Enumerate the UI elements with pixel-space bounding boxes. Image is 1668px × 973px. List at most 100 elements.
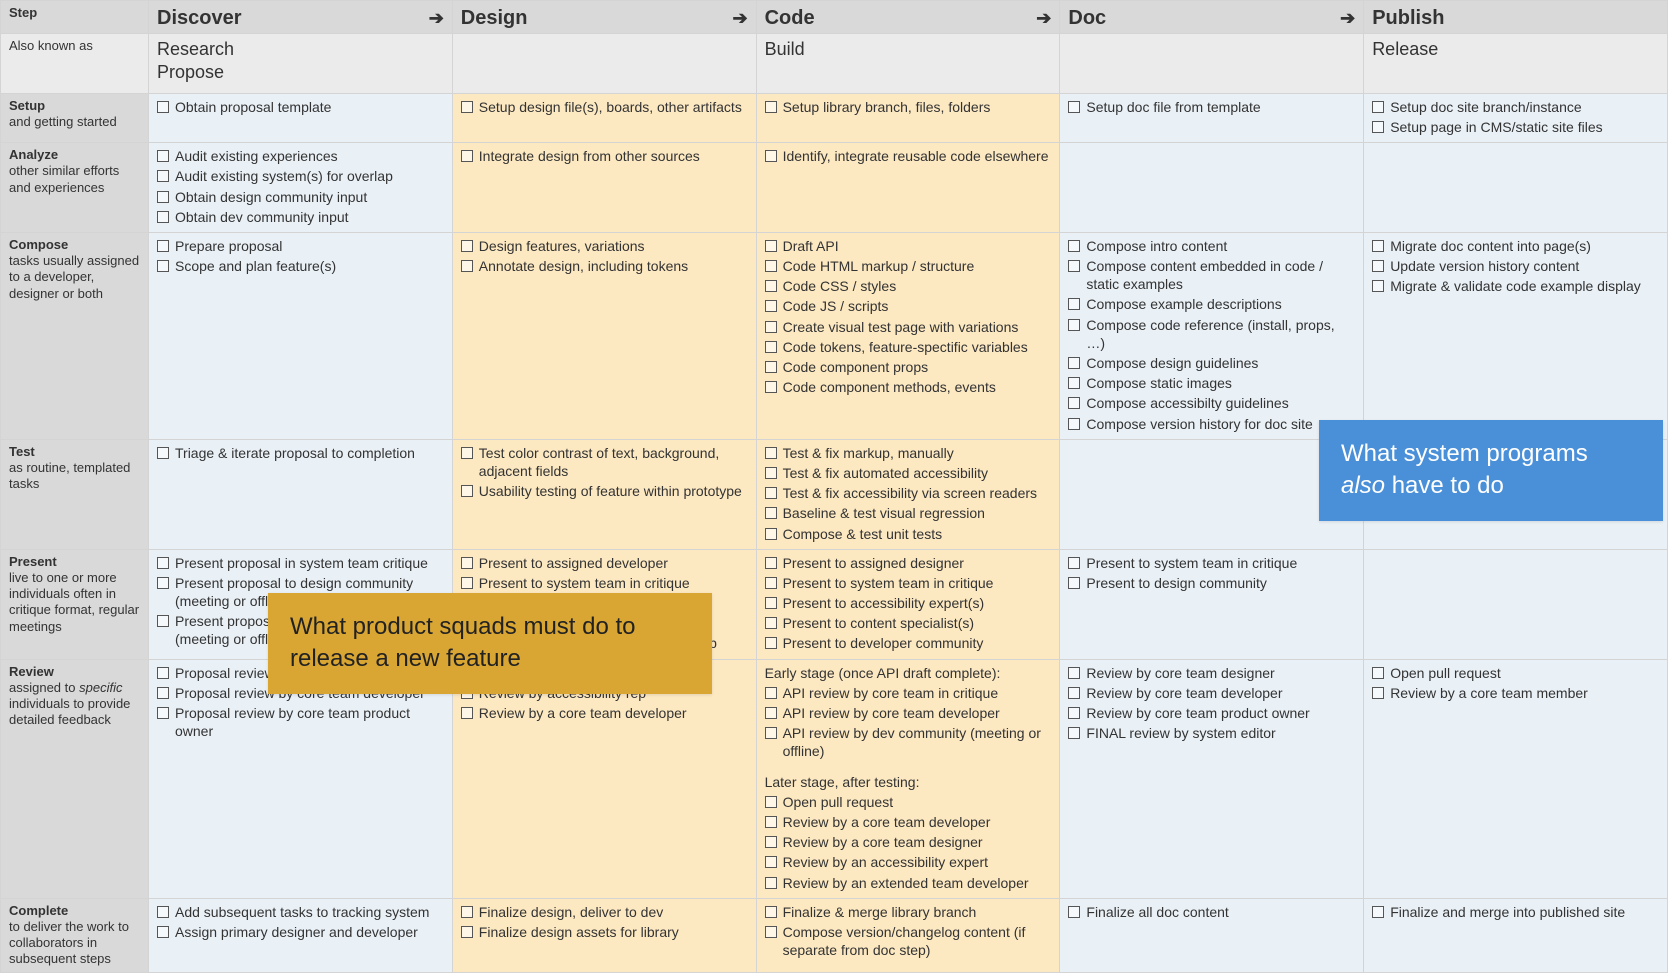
checklist-item: Prepare proposal: [157, 237, 444, 255]
checklist-item: Finalize and merge into published site: [1372, 903, 1659, 921]
checklist-item: Code JS / scripts: [765, 297, 1052, 315]
header-col-doc: Doc➔: [1060, 1, 1364, 34]
checklist-item: Triage & iterate proposal to completion: [157, 444, 444, 462]
header-col-code: Code➔: [756, 1, 1060, 34]
checklist-item: Test & fix markup, manually: [765, 444, 1052, 462]
checklist-item: Usability testing of feature within prot…: [461, 482, 748, 500]
cell-setup-code: Setup library branch, files, folders: [756, 93, 1060, 142]
cell-compose-doc: Compose intro content Compose content emb…: [1060, 232, 1364, 439]
header-step: Step: [1, 1, 149, 34]
callout-system-programs: What system programs also have to do: [1319, 420, 1663, 521]
checklist-item: Present to assigned designer: [765, 554, 1052, 572]
checklist-item: Present to accessibility expert(s): [765, 594, 1052, 612]
cell-complete-design: Finalize design, deliver to dev Finalize …: [452, 898, 756, 972]
checklist-item: Obtain design community input: [157, 188, 444, 206]
checklist-item: Obtain dev community input: [157, 208, 444, 226]
checklist-item: Compose example descriptions: [1068, 295, 1355, 313]
rowlabel-complete: Completeto deliver the work to collabora…: [1, 898, 149, 972]
cell-present-doc: Present to system team in critiquePresen…: [1060, 549, 1364, 659]
checklist-item: Obtain proposal template: [157, 98, 444, 116]
aka-discover: ResearchPropose: [149, 34, 453, 94]
checklist-item: Finalize design, deliver to dev: [461, 903, 748, 921]
rowlabel-setup: Setupand getting started: [1, 93, 149, 142]
checklist-item: Open pull request: [1372, 664, 1659, 682]
checklist-item: Setup page in CMS/static site files: [1372, 118, 1659, 136]
cell-complete-publish: Finalize and merge into published site: [1364, 898, 1668, 972]
rowlabel-present: Presentlive to one or more individuals o…: [1, 549, 149, 659]
checklist-item: API review by core team developer: [765, 704, 1052, 722]
checklist-item: Present proposal in system team critique: [157, 554, 444, 572]
checklist-item: Review by core team developer: [1068, 684, 1355, 702]
rowlabel-analyze: Analyzeother similar efforts and experie…: [1, 143, 149, 233]
cell-complete-doc: Finalize all doc content: [1060, 898, 1364, 972]
cell-setup-publish: Setup doc site branch/instanceSetup page…: [1364, 93, 1668, 142]
checklist-item: Review by a core team designer: [765, 833, 1052, 851]
checklist-item: Create visual test page with variations: [765, 318, 1052, 336]
cell-setup-design: Setup design file(s), boards, other arti…: [452, 93, 756, 142]
cell-analyze-discover: Audit existing experiencesAudit existing…: [149, 143, 453, 233]
callout-blue-em: also: [1341, 472, 1385, 499]
checklist-item: Test & fix accessibility via screen read…: [765, 484, 1052, 502]
cell-setup-discover: Obtain proposal template: [149, 93, 453, 142]
checklist-item: Draft API: [765, 237, 1052, 255]
arrow-right-icon: ➔: [1036, 7, 1051, 30]
checklist-item: Review by a core team developer: [461, 704, 748, 722]
checklist-item: Proposal review by core team product own…: [157, 704, 444, 740]
checklist-item: Compose code reference (install, props, …: [1068, 316, 1355, 352]
checklist-item: Finalize all doc content: [1068, 903, 1355, 921]
cell-review-code: Early stage (once API draft complete):AP…: [756, 659, 1060, 898]
checklist-item: Compose static images: [1068, 374, 1355, 392]
checklist-item: Setup doc file from template: [1068, 98, 1355, 116]
cell-analyze-publish: [1364, 143, 1668, 233]
cell-present-publish: [1364, 549, 1668, 659]
checklist-item: Design features, variations: [461, 237, 748, 255]
checklist-item: Compose content embedded in code / stati…: [1068, 257, 1355, 293]
checklist-item: Present to developer community: [765, 634, 1052, 652]
checklist-item: Code component props: [765, 358, 1052, 376]
checklist-item: API review by dev community (meeting or …: [765, 724, 1052, 760]
callout-blue-line1: What system programs: [1341, 440, 1588, 467]
header-col-publish: Publish: [1364, 1, 1668, 34]
cell-analyze-design: Integrate design from other sources: [452, 143, 756, 233]
cell-complete-discover: Add subsequent tasks to tracking system A…: [149, 898, 453, 972]
checklist-item: Integrate design from other sources: [461, 147, 748, 165]
checklist-item: Test color contrast of text, background,…: [461, 444, 748, 480]
checklist-item: Review by a core team member: [1372, 684, 1659, 702]
cell-compose-code: Draft APICode HTML markup / structureCod…: [756, 232, 1060, 439]
checklist-item: Add subsequent tasks to tracking system: [157, 903, 444, 921]
checklist-item: Review by an accessibility expert: [765, 853, 1052, 871]
cell-review-design: Review by a core team designerReview by …: [452, 659, 756, 898]
checklist-item: Open pull request: [765, 793, 1052, 811]
aka-code: Build: [756, 34, 1060, 94]
callout-blue-line2: have to do: [1385, 472, 1504, 499]
cell-review-publish: Open pull request Review by a core team m…: [1364, 659, 1668, 898]
checklist-item: Compose intro content: [1068, 237, 1355, 255]
checklist-item: API review by core team in critique: [765, 684, 1052, 702]
checklist-item: Update version history content: [1372, 257, 1659, 275]
checklist-item: Migrate & validate code example display: [1372, 277, 1659, 295]
cell-review-discover: Proposal review by core team designerPro…: [149, 659, 453, 898]
aka-design: [452, 34, 756, 94]
aka-publish: Release: [1364, 34, 1668, 94]
arrow-right-icon: ➔: [1340, 7, 1355, 30]
cell-present-code: Present to assigned designerPresent to s…: [756, 549, 1060, 659]
checklist-item: Test & fix automated accessibility: [765, 464, 1052, 482]
checklist-item: Compose & test unit tests: [765, 525, 1052, 543]
checklist-item: Assign primary designer and developer: [157, 923, 444, 941]
checklist-item: Compose version/changelog content (if se…: [765, 923, 1052, 959]
checklist-item: Setup design file(s), boards, other arti…: [461, 98, 748, 116]
aka-doc: [1060, 34, 1364, 94]
cell-test-discover: Triage & iterate proposal to completion: [149, 439, 453, 549]
cell-test-code: Test & fix markup, manually Test & fix au…: [756, 439, 1060, 549]
checklist-item: Code component methods, events: [765, 378, 1052, 396]
workflow-matrix: StepDiscover➔Design➔Code➔Doc➔PublishAlso…: [0, 0, 1668, 973]
checklist-item: FINAL review by system editor: [1068, 724, 1355, 742]
checklist-item: Finalize design assets for library: [461, 923, 748, 941]
checklist-item: Audit existing experiences: [157, 147, 444, 165]
header-col-design: Design➔: [452, 1, 756, 34]
cell-complete-code: Finalize & merge library branchCompose v…: [756, 898, 1060, 972]
checklist-item: Setup library branch, files, folders: [765, 98, 1052, 116]
checklist-item: Code tokens, feature-spectific variables: [765, 338, 1052, 356]
cell-analyze-code: Identify, integrate reusable code elsewh…: [756, 143, 1060, 233]
checklist-item: Present to system team in critique: [1068, 554, 1355, 572]
